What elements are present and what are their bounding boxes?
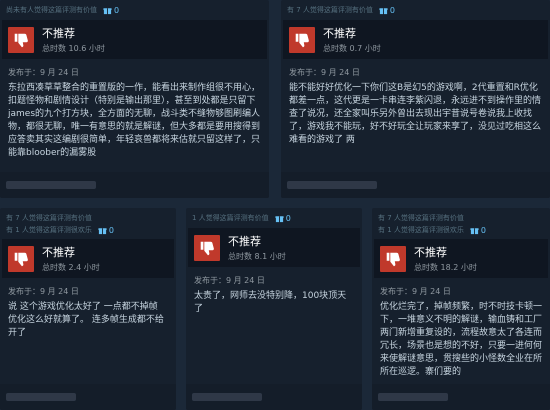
review-author[interactable] — [0, 172, 269, 198]
verdict-label: 不推荐 — [42, 27, 75, 40]
award-button[interactable]: 0 — [470, 226, 486, 235]
review-helpful-row: 有 7 人觉得这篇评测有价值 0 — [281, 0, 550, 20]
playtime: 总时数 0.7 小时 — [323, 44, 381, 53]
author-name-blurred — [378, 393, 448, 401]
review-text: 优化烂完了，掉帧频繁，时不时技卡顿一下，一堆意义不明的解谜，输血铸和工厂两门新增… — [380, 302, 542, 377]
posted-date: 发布于：9 月 24 日 — [380, 287, 451, 296]
thumbs-down-icon — [289, 26, 315, 53]
review-helpful-row: 尚未有人觉得这篇评测有价值 0 — [0, 0, 269, 20]
verdict-label: 不推荐 — [228, 235, 261, 248]
funny-text: 有 1 人觉得这篇评测很欢乐 — [6, 226, 92, 234]
review-helpful-row: 有 7 人觉得这篇评测有价值 有 1 人觉得这篇评测很欢乐 0 — [372, 208, 550, 235]
review-card: 尚未有人觉得这篇评测有价值 0 不推荐 总时数 10.6 小时 发布于：9 月 … — [0, 0, 269, 198]
helpful-text: 有 7 人觉得这篇评测有价值 — [378, 214, 464, 222]
thumbs-down-icon — [8, 245, 34, 272]
review-card: 1 人觉得这篇评测有价值 0 不推荐 总时数 8.1 小时 发布于：9 月 24… — [186, 208, 362, 410]
posted-date: 发布于：9 月 24 日 — [194, 276, 265, 285]
author-name-blurred — [287, 181, 377, 189]
award-count: 0 — [285, 213, 291, 223]
review-card: 有 7 人觉得这篇评测有价值 有 1 人觉得这篇评测很欢乐 0 不推荐 总时数 … — [372, 208, 550, 410]
review-helpful-row: 1 人觉得这篇评测有价值 0 — [186, 208, 362, 228]
review-card: 有 7 人觉得这篇评测有价值 0 不推荐 总时数 0.7 小时 发布于：9 月 … — [281, 0, 550, 198]
author-name-blurred — [6, 393, 76, 401]
thumbs-down-icon — [194, 234, 220, 261]
verdict-label: 不推荐 — [414, 246, 447, 259]
helpful-text: 尚未有人觉得这篇评测有价值 — [6, 6, 97, 14]
award-icon — [275, 215, 284, 223]
helpful-text: 有 7 人觉得这篇评测有价值 — [287, 6, 373, 14]
review-text: 能不能好好优化一下你们这B是幻5的游戏啊，2代重置和R优化都差一点，这代更是一卡… — [289, 83, 542, 145]
review-card: 有 7 人觉得这篇评测有价值 有 1 人觉得这篇评测很欢乐 0 不推荐 总时数 … — [0, 208, 176, 410]
award-icon — [98, 227, 107, 235]
playtime: 总时数 8.1 小时 — [228, 252, 286, 261]
author-name-blurred — [6, 181, 96, 189]
playtime: 总时数 18.2 小时 — [414, 263, 477, 272]
review-text: 太贵了，网师去没特别降，100块顶天了 — [194, 291, 347, 314]
review-summary[interactable]: 不推荐 总时数 2.4 小时 — [2, 239, 174, 278]
award-icon — [103, 7, 112, 15]
author-name-blurred — [192, 393, 262, 401]
award-icon — [379, 7, 388, 15]
posted-date: 发布于：9 月 24 日 — [289, 68, 360, 77]
posted-date: 发布于：9 月 24 日 — [8, 287, 79, 296]
verdict-label: 不推荐 — [323, 27, 356, 40]
award-button[interactable]: 0 — [379, 6, 395, 15]
review-summary[interactable]: 不推荐 总时数 8.1 小时 — [188, 228, 360, 267]
helpful-text: 1 人觉得这篇评测有价值 — [192, 214, 269, 222]
review-text: 说 这个游戏优化太好了 一点都不掉帧 优化这么好就算了。 连多帧生成都不给开了 — [8, 302, 164, 338]
award-button[interactable]: 0 — [275, 214, 291, 223]
award-button[interactable]: 0 — [98, 226, 114, 235]
review-author[interactable] — [281, 172, 550, 198]
helpful-text: 有 7 人觉得这篇评测有价值 — [6, 214, 92, 222]
review-summary[interactable]: 不推荐 总时数 10.6 小时 — [2, 20, 267, 59]
thumbs-down-icon — [8, 26, 34, 53]
playtime: 总时数 10.6 小时 — [42, 44, 105, 53]
review-summary[interactable]: 不推荐 总时数 18.2 小时 — [374, 239, 548, 278]
review-author[interactable] — [186, 384, 362, 410]
verdict-label: 不推荐 — [42, 246, 75, 259]
award-count: 0 — [108, 225, 114, 235]
award-count: 0 — [114, 5, 120, 15]
award-count: 0 — [389, 5, 395, 15]
review-summary[interactable]: 不推荐 总时数 0.7 小时 — [283, 20, 548, 59]
posted-date: 发布于：9 月 24 日 — [8, 68, 79, 77]
review-helpful-row: 有 7 人觉得这篇评测有价值 有 1 人觉得这篇评测很欢乐 0 — [0, 208, 176, 235]
review-author[interactable] — [0, 384, 176, 410]
playtime: 总时数 2.4 小时 — [42, 263, 100, 272]
review-author[interactable] — [372, 384, 550, 410]
review-text: 东拉西凑草草整合的重置版的一作，能看出来制作组很不用心，扣题怪物和剧情设计（特别… — [8, 83, 261, 158]
award-count: 0 — [480, 225, 486, 235]
thumbs-down-icon — [380, 245, 406, 272]
funny-text: 有 1 人觉得这篇评测很欢乐 — [378, 226, 464, 234]
award-icon — [470, 227, 479, 235]
award-button[interactable]: 0 — [103, 6, 119, 15]
